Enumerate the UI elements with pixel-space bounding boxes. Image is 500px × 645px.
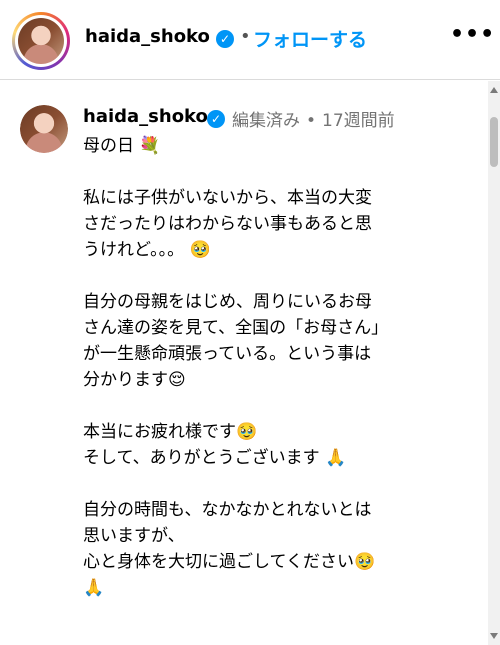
- meta-separator: •: [306, 111, 317, 131]
- comment-line: 本当にお疲れ様です🥹: [83, 422, 258, 442]
- comment-line: さだったりはわからない事もあると思: [83, 214, 372, 234]
- scroll-up-arrow-icon[interactable]: [490, 87, 498, 93]
- comment-text: 母の日 💐 私には子供がいないから、本当の大変 さだったりはわからない事もあると思う…: [83, 133, 478, 627]
- comment-line: さん達の姿を見て、全国の「お母さん」: [83, 318, 389, 338]
- comment-meta: 編集済み • 17週間前: [232, 106, 395, 131]
- follow-button[interactable]: フォローする: [253, 25, 367, 52]
- comment-line: 母の日 💐: [83, 136, 161, 156]
- comment-line: 自分の母親をはじめ、周りにいるお母: [83, 292, 372, 312]
- comment-avatar[interactable]: [20, 105, 68, 153]
- comment-paragraph: 私には子供がいないから、本当の大変 さだったりはわからない事もあると思 うけれど。。…: [83, 185, 478, 263]
- comment-line: 心と身体を大切に過ごしてください🥹: [83, 552, 376, 572]
- comment-paragraph: 自分の時間も、なかなかとれないとは 思いますが、心と身体を大切に過ごしてください🥹…: [83, 497, 478, 601]
- post-header: haida_shoko ✓ • フォローする •••: [0, 0, 500, 80]
- comment-line: 私には子供がいないから、本当の大変: [83, 188, 372, 208]
- comment-line: そして、ありがとうございます 🙏: [83, 448, 347, 468]
- verified-badge-icon: ✓: [207, 110, 225, 128]
- comment-line: 自分の時間も、なかなかとれないとは: [83, 500, 372, 520]
- comment-paragraph: 自分の母親をはじめ、周りにいるお母 さん達の姿を見て、全国の「お母さん」 が一生懸命…: [83, 289, 478, 393]
- comment-username[interactable]: haida_shoko: [83, 106, 208, 127]
- comment-line: 🙏: [83, 578, 105, 598]
- caption-comment: haida_shoko ✓ 編集済み • 17週間前 母の日 💐 私には子供がいないか…: [0, 81, 488, 645]
- comment-profile-photo: [20, 105, 68, 153]
- time-ago[interactable]: 17週間前: [322, 111, 395, 131]
- scroll-down-arrow-icon[interactable]: [490, 633, 498, 639]
- comment-line: 分かります😌: [83, 370, 186, 390]
- comment-line: うけれど。。。 🥹: [83, 240, 211, 260]
- comment-paragraph: 本当にお疲れ様です🥹 そして、ありがとうございます 🙏: [83, 419, 478, 471]
- scrollbar-thumb[interactable]: [490, 117, 498, 167]
- comment-line: 思いますが、: [83, 526, 185, 546]
- comment-line: が一生懸命頑張っている。という事は: [83, 344, 372, 364]
- more-options-icon[interactable]: •••: [450, 22, 495, 47]
- verified-badge-icon: ✓: [216, 30, 234, 48]
- story-avatar[interactable]: [12, 12, 70, 70]
- profile-photo: [18, 18, 64, 64]
- header-username[interactable]: haida_shoko: [85, 26, 210, 47]
- header-separator: •: [240, 26, 251, 47]
- edited-label: 編集済み: [232, 111, 300, 131]
- avatar-border: [15, 15, 67, 67]
- comment-paragraph: 母の日 💐: [83, 133, 478, 159]
- scrollbar[interactable]: [488, 81, 500, 645]
